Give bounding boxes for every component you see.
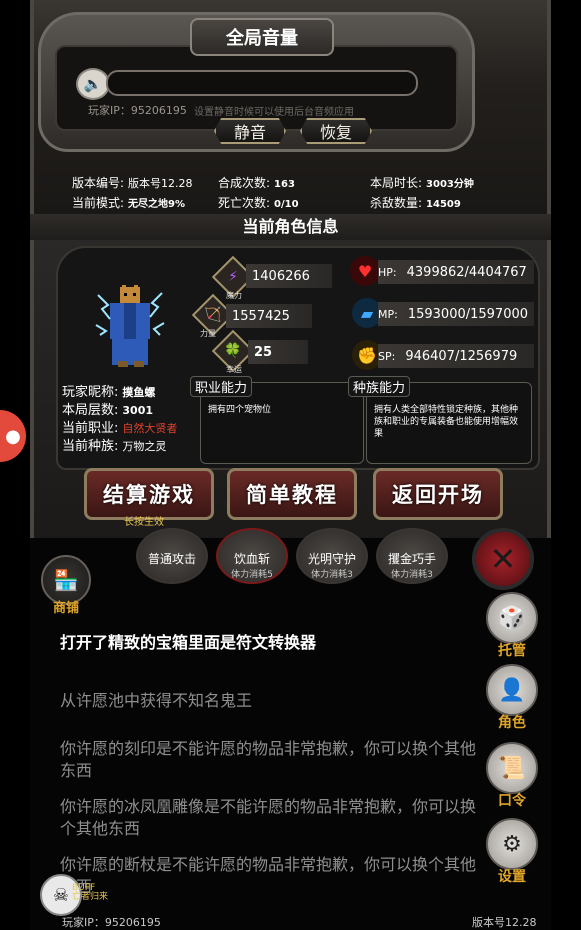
- race-ability-text: 拥有人类全部特性锁定种族，其他种族和职业的专属装备也能使用增幅效果: [374, 405, 519, 439]
- left-border: [0, 0, 30, 930]
- footer-version: 版本号12.28: [472, 916, 537, 929]
- luck-label: 幸运: [226, 365, 242, 374]
- buff-label: BUFF 亡者归来: [72, 883, 109, 902]
- magic-label: 魔力: [226, 291, 242, 300]
- race-row: 当前种族: 万物之灵: [62, 439, 167, 454]
- sp-bar: SP: 946407/1256979: [378, 344, 534, 368]
- settings-button[interactable]: ⚙ 设置: [484, 818, 540, 886]
- mp-bar: MP: 1593000/1597000: [378, 302, 534, 326]
- luck-value: 25: [248, 340, 308, 364]
- section-title: 当前角色信息: [30, 214, 551, 240]
- nickname-row: 玩家昵称: 摸鱼螺: [62, 385, 156, 400]
- scroll-icon: 📜: [486, 742, 538, 794]
- character-sprite: [95, 285, 165, 367]
- skill-normal-attack[interactable]: 普通攻击: [136, 528, 208, 584]
- restore-button[interactable]: 恢复: [300, 118, 372, 144]
- power-label: 力量: [200, 329, 216, 338]
- hp-bar: HP: 4399862/4404767: [378, 260, 534, 284]
- footer-player-ip: 玩家IP：95206195: [62, 916, 161, 929]
- log-line: 打开了精致的宝箱里面是符文转换器: [60, 633, 317, 652]
- mode-row: 当前模式: 无尽之地9%: [72, 196, 186, 210]
- race-ability-label: 种族能力: [348, 376, 411, 397]
- volume-slider[interactable]: [106, 70, 418, 96]
- role-button[interactable]: 👤 角色: [484, 664, 540, 732]
- version-row: 版本编号: 版本号12.28: [72, 176, 193, 190]
- power-value: 1557425: [226, 304, 312, 328]
- right-border: [551, 0, 581, 930]
- log-line: 你许愿的冰凤凰雕像是不能许愿的物品非常抱歉，你可以换个其他东西: [60, 797, 477, 838]
- mute-note: 设置静音时候可以使用后台音频应用: [194, 107, 354, 118]
- tutorial-button[interactable]: 简单教程: [227, 468, 357, 520]
- mute-button[interactable]: 静音: [214, 118, 286, 144]
- log-line: 从许愿池中获得不知名鬼王: [60, 691, 253, 710]
- player-ip: 玩家IP：95206195: [88, 104, 187, 117]
- job-ability-label: 职业能力: [190, 376, 253, 397]
- code-button[interactable]: 📜 口令: [484, 742, 540, 810]
- log-line: 你许愿的断杖是不能许愿的物品非常抱歉，你可以换个其他东西: [60, 855, 477, 896]
- shop-button[interactable]: 🏪 商铺: [40, 555, 92, 616]
- auto-button[interactable]: 🎲 托管: [484, 592, 540, 660]
- job-row: 当前职业: 自然大贤者: [62, 421, 178, 436]
- skill-blood-slash[interactable]: 饮血斩 体力消耗5: [216, 528, 288, 584]
- heart-icon: ♥: [350, 256, 380, 286]
- close-skills-button[interactable]: ✕: [472, 528, 534, 590]
- log-line: 你许愿的刻印是不能许愿的物品非常抱歉，你可以换个其他东西: [60, 739, 477, 780]
- volume-title: 全局音量: [190, 18, 334, 56]
- gear-icon: ⚙: [486, 818, 538, 870]
- kills-row: 杀敌数量: 14509: [370, 196, 461, 210]
- skill-light-guard[interactable]: 光明守护 体力消耗3: [296, 528, 368, 584]
- death-row: 死亡次数: 0/10: [218, 196, 299, 210]
- hold-note: 长按生效: [124, 517, 164, 528]
- merge-row: 合成次数: 163: [218, 176, 295, 190]
- dice-icon: 🎲: [486, 592, 538, 644]
- duration-row: 本局时长: 3003分钟: [370, 176, 474, 190]
- hooded-figure-icon: 👤: [486, 664, 538, 716]
- speaker-icon[interactable]: 🔈: [76, 68, 110, 100]
- magic-value: 1406266: [246, 264, 332, 288]
- floor-row: 本局层数: 3001: [62, 403, 154, 418]
- job-ability-text: 拥有四个宠物位: [208, 405, 272, 415]
- skill-gold-grab[interactable]: 攫金巧手 体力消耗3: [376, 528, 448, 584]
- character-info: 玩家昵称: 摸鱼螺 本局层数: 3001 当前职业: 自然大贤者 当前种族: 万物之灵: [62, 384, 177, 456]
- close-icon: ✕: [489, 540, 517, 578]
- return-start-button[interactable]: 返回开场: [373, 468, 503, 520]
